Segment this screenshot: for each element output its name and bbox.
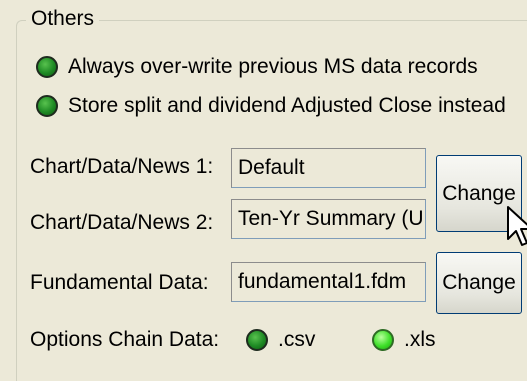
adjusted-close-option-label: Store split and dividend Adjusted Close …	[68, 94, 506, 117]
options-chain-label: Options Chain Data:	[30, 328, 220, 351]
overwrite-option[interactable]: Always over-write previous MS data recor…	[36, 52, 478, 82]
overwrite-option-label: Always over-write previous MS data recor…	[68, 55, 478, 78]
options-chain-csv-label: .csv	[278, 328, 316, 351]
radio-button-icon[interactable]	[246, 329, 268, 351]
chart-data-news-2-field[interactable]: Ten-Yr Summary (U	[231, 199, 426, 239]
chart-data-news-2-label: Chart/Data/News 2:	[30, 211, 214, 234]
change-fundamental-data-button[interactable]: Change	[436, 252, 522, 314]
options-chain-xls-option[interactable]: .xls	[372, 325, 436, 355]
adjusted-close-option[interactable]: Store split and dividend Adjusted Close …	[36, 91, 506, 121]
group-title: Others	[26, 6, 100, 32]
chart-data-news-1-label: Chart/Data/News 1:	[30, 155, 214, 178]
options-chain-csv-option[interactable]: .csv	[246, 325, 315, 355]
radio-button-icon[interactable]	[36, 95, 58, 117]
fundamental-data-field[interactable]: fundamental1.fdm	[231, 262, 426, 302]
mouse-pointer-icon	[507, 206, 527, 246]
chart-data-news-1-field[interactable]: Default	[231, 148, 426, 188]
options-chain-xls-label: .xls	[404, 328, 436, 351]
change-chart-data-button-label: Change	[442, 181, 516, 205]
radio-button-icon[interactable]	[372, 329, 394, 351]
change-fundamental-data-button-label: Change	[442, 271, 516, 294]
fundamental-data-label: Fundamental Data:	[30, 271, 209, 294]
radio-button-icon[interactable]	[36, 56, 58, 78]
